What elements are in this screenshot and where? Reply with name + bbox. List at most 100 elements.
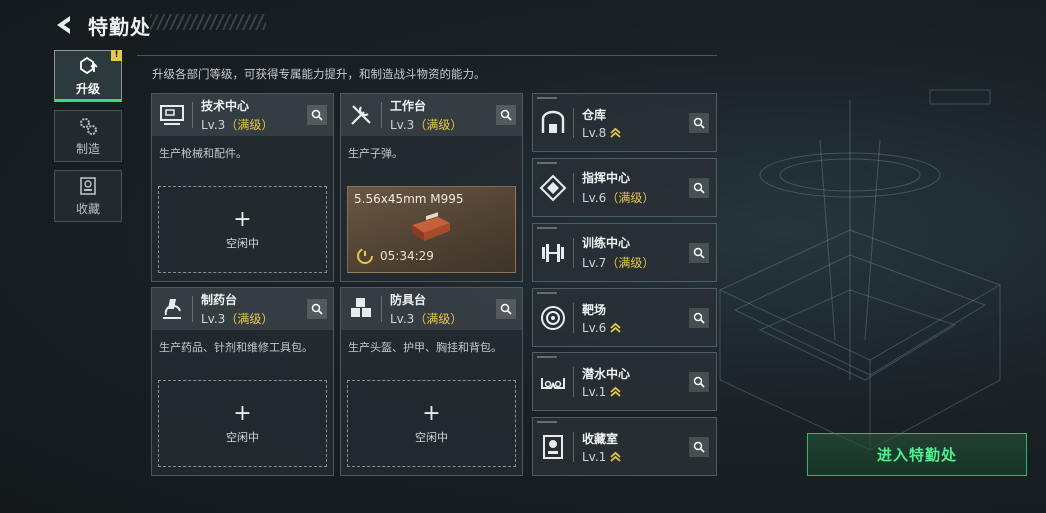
dept-description: 生产药品、针剂和维修工具包。 [159, 341, 313, 354]
inspect-button[interactable] [496, 105, 516, 125]
tools-icon [351, 105, 371, 125]
gears-icon [80, 117, 97, 135]
max-level-tag: （满级） [225, 312, 274, 326]
plus-icon: + [233, 400, 252, 426]
dept-card-workbench[interactable]: 工作台 Lv.3（满级） 生产子弹。 5.56x45mm M995 05:34:… [340, 93, 523, 282]
microscope-icon [163, 299, 181, 319]
plus-icon: + [233, 206, 252, 232]
card-header: 工作台 Lv.3（满级） [341, 94, 522, 136]
warehouse-icon [541, 110, 565, 133]
divider [137, 55, 717, 56]
facility-level: Lv.7 [582, 255, 607, 270]
timer-icon [357, 248, 373, 264]
search-icon [693, 247, 705, 259]
separator [573, 366, 574, 397]
separator [573, 107, 574, 138]
facility-training-center[interactable]: 训练中心 Lv.7 （满级） [532, 223, 717, 282]
page-description: 升级各部门等级，可获得专属能力提升，和制造战斗物资的能力。 [152, 67, 486, 81]
trophy-case-icon [543, 434, 563, 459]
search-icon [500, 303, 512, 315]
ammo-box-icon [412, 212, 450, 241]
search-icon [693, 117, 705, 129]
tab-collection-label: 收藏 [75, 201, 100, 216]
inspect-button[interactable] [689, 178, 709, 198]
facility-level: Lv.1 [582, 449, 607, 464]
enter-special-ops-button[interactable]: 进入特勤处 [807, 433, 1027, 476]
upgrade-arrow-icon [610, 451, 621, 462]
dept-level: Lv.3 [390, 312, 415, 326]
dept-card-pharmacy[interactable]: 制药台 Lv.3（满级） 生产药品、针剂和维修工具包。 + 空闲中 [151, 287, 334, 476]
inspect-button[interactable] [689, 308, 709, 328]
inspect-button[interactable] [689, 372, 709, 392]
collection-icon [80, 176, 96, 195]
inspect-button[interactable] [307, 299, 327, 319]
dept-name: 防具台 [390, 293, 427, 307]
inspect-button[interactable] [689, 113, 709, 133]
tab-upgrade[interactable]: ! 升级 [54, 50, 122, 102]
inspect-button[interactable] [307, 105, 327, 125]
cubes-icon [351, 298, 371, 317]
facility-name: 指挥中心 [582, 171, 631, 185]
facility-command-center[interactable]: 指挥中心 Lv.6 （满级） [532, 158, 717, 217]
inspect-button[interactable] [689, 243, 709, 263]
max-level-tag: （满级） [606, 256, 655, 270]
header-bar: 特勤处 [54, 8, 151, 42]
dept-name: 制药台 [201, 293, 238, 307]
facility-name: 收藏室 [582, 431, 619, 446]
tab-collection[interactable]: 收藏 [54, 170, 122, 222]
search-icon [693, 441, 705, 453]
dept-level: Lv.3 [201, 118, 226, 132]
dept-name: 技术中心 [201, 99, 250, 113]
dept-card-armor-bench[interactable]: 防具台 Lv.3（满级） 生产头盔、护甲、胸挂和背包。 + 空闲中 [340, 287, 523, 476]
slot-status: 空闲中 [226, 236, 259, 250]
production-slot[interactable]: + 空闲中 [158, 186, 327, 273]
facility-name: 靶场 [582, 302, 607, 317]
upgrade-icon [80, 56, 98, 74]
separator [192, 296, 193, 322]
title-decoration [150, 14, 266, 30]
separator [192, 102, 193, 128]
separator [573, 431, 574, 462]
facility-collection-room[interactable]: 收藏室 Lv.1 [532, 417, 717, 476]
tab-craft[interactable]: 制造 [54, 110, 122, 162]
card-header: 制药台 Lv.3（满级） [152, 288, 333, 330]
search-icon [500, 109, 512, 121]
dept-level: Lv.3 [390, 118, 415, 132]
slot-status: 空闲中 [226, 430, 259, 444]
card-header: 技术中心 Lv.3（满级） [152, 94, 333, 136]
separator [573, 172, 574, 203]
production-slot[interactable]: + 空闲中 [347, 380, 516, 467]
inspect-button[interactable] [689, 437, 709, 457]
dumbbell-icon [542, 243, 564, 262]
facility-diving-center[interactable]: 潜水中心 Lv.1 [532, 352, 717, 411]
back-arrow-icon[interactable] [54, 14, 76, 36]
target-icon [541, 305, 565, 330]
tab-upgrade-label: 升级 [75, 81, 100, 96]
dept-description: 生产子弹。 [348, 147, 403, 160]
facility-shooting-range[interactable]: 靶场 Lv.6 [532, 288, 717, 347]
max-level-tag: （满级） [606, 191, 655, 205]
card-header: 防具台 Lv.3（满级） [341, 288, 522, 330]
diving-mask-icon [541, 377, 565, 389]
max-level-tag: （满级） [414, 118, 463, 132]
dept-name: 工作台 [390, 99, 427, 113]
inspect-button[interactable] [496, 299, 516, 319]
dept-description: 生产头盔、护甲、胸挂和背包。 [348, 341, 502, 354]
search-icon [693, 182, 705, 194]
separator [381, 102, 382, 128]
facility-level: Lv.6 [582, 190, 607, 205]
dept-card-tech-center[interactable]: 技术中心 Lv.3（满级） 生产枪械和配件。 + 空闲中 [151, 93, 334, 282]
max-level-tag: （满级） [225, 118, 274, 132]
facility-warehouse[interactable]: 仓库 Lv.8 [532, 93, 717, 152]
production-slot[interactable]: + 空闲中 [158, 380, 327, 467]
facility-name: 仓库 [582, 107, 607, 122]
search-icon [693, 376, 705, 388]
crafting-slot[interactable]: 5.56x45mm M995 05:34:29 [347, 186, 516, 273]
dept-level: Lv.3 [201, 312, 226, 326]
plus-icon: + [422, 400, 441, 426]
computer-icon [160, 105, 184, 125]
notification-badge: ! [111, 50, 122, 61]
slot-status: 空闲中 [415, 430, 448, 444]
separator [573, 302, 574, 333]
upgrade-arrow-icon [610, 127, 621, 138]
